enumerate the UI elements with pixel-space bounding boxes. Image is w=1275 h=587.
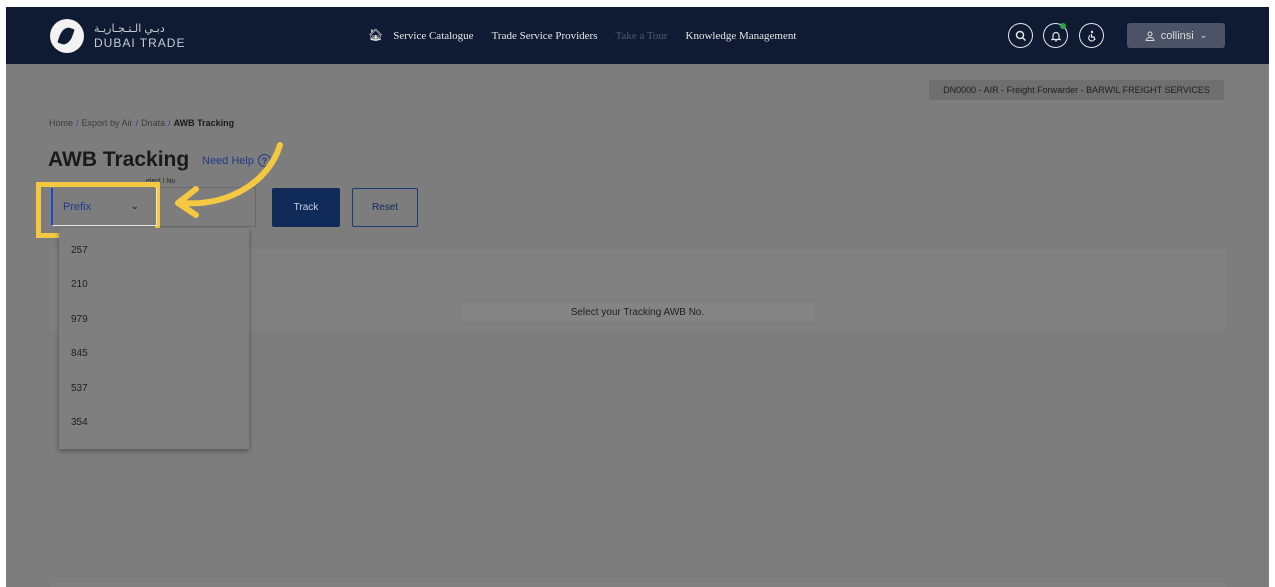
prefix-option[interactable]: 257 [71, 245, 88, 256]
breadcrumb: Home / Export by Air / Dnata / AWB Track… [49, 118, 234, 128]
chevron-down-icon: ⌄ [130, 201, 139, 212]
reset-button[interactable]: Reset [352, 188, 418, 227]
prefix-dropdown: 257 210 979 845 537 354 [59, 228, 249, 449]
notification-dot [1060, 23, 1066, 29]
prefix-option[interactable]: 979 [71, 314, 88, 325]
search-icon [1015, 30, 1026, 41]
notifications-button[interactable] [1043, 23, 1068, 48]
app-frame: دبـي الـتـجـاريـة DUBAI TRADE 🏠︎ Service… [6, 7, 1269, 587]
breadcrumb-current: AWB Tracking [173, 118, 235, 128]
user-name: collinsi [1160, 29, 1194, 42]
logo-english-text: DUBAI TRADE [94, 35, 186, 50]
top-nav: دبـي الـتـجـاريـة DUBAI TRADE 🏠︎ Service… [6, 7, 1269, 64]
bell-icon [1050, 31, 1061, 42]
nav-take-a-tour[interactable]: Take a Tour [616, 30, 668, 42]
prefix-option[interactable]: 354 [71, 417, 88, 428]
prefix-option[interactable]: 210 [71, 279, 88, 290]
accessibility-icon [1087, 30, 1096, 41]
breadcrumb-separator: / [168, 118, 171, 128]
logo-icon [50, 19, 84, 53]
breadcrumb-export-by-air[interactable]: Export by Air [82, 118, 133, 128]
track-button[interactable]: Track [272, 188, 340, 227]
main-nav: 🏠︎ Service Catalogue Trade Service Provi… [368, 28, 796, 43]
chevron-down-icon: ⌄ [1199, 30, 1208, 40]
breadcrumb-home[interactable]: Home [49, 118, 73, 128]
company-badge[interactable]: DN0000 - AIR - Freight Forwarder - BARWI… [929, 80, 1224, 100]
dubai-trade-logo[interactable]: دبـي الـتـجـاريـة DUBAI TRADE [50, 19, 185, 53]
nav-service-catalogue[interactable]: Service Catalogue [393, 30, 473, 42]
home-icon[interactable]: 🏠︎ [368, 28, 383, 43]
prefix-select-value: Prefix [63, 200, 92, 213]
user-icon [1145, 31, 1155, 41]
nav-knowledge-management[interactable]: Knowledge Management [686, 30, 797, 42]
result-message: Select your Tracking AWB No. [461, 303, 814, 321]
prefix-option[interactable]: 537 [71, 383, 88, 394]
prefix-option[interactable]: 845 [71, 348, 88, 359]
search-button[interactable] [1008, 23, 1033, 48]
breadcrumb-separator: / [135, 118, 139, 128]
logo-arabic-text: دبـي الـتـجـاريـة [94, 22, 165, 35]
user-menu-button[interactable]: collinsi ⌄ [1127, 23, 1225, 48]
footer-edge [51, 582, 1226, 587]
prefix-select[interactable]: Prefix ⌄ [51, 188, 157, 226]
breadcrumb-dnata[interactable]: Dnata [141, 118, 165, 128]
breadcrumb-separator: / [76, 118, 79, 128]
accessibility-button[interactable] [1079, 23, 1104, 48]
nav-trade-service-providers[interactable]: Trade Service Providers [492, 30, 598, 42]
